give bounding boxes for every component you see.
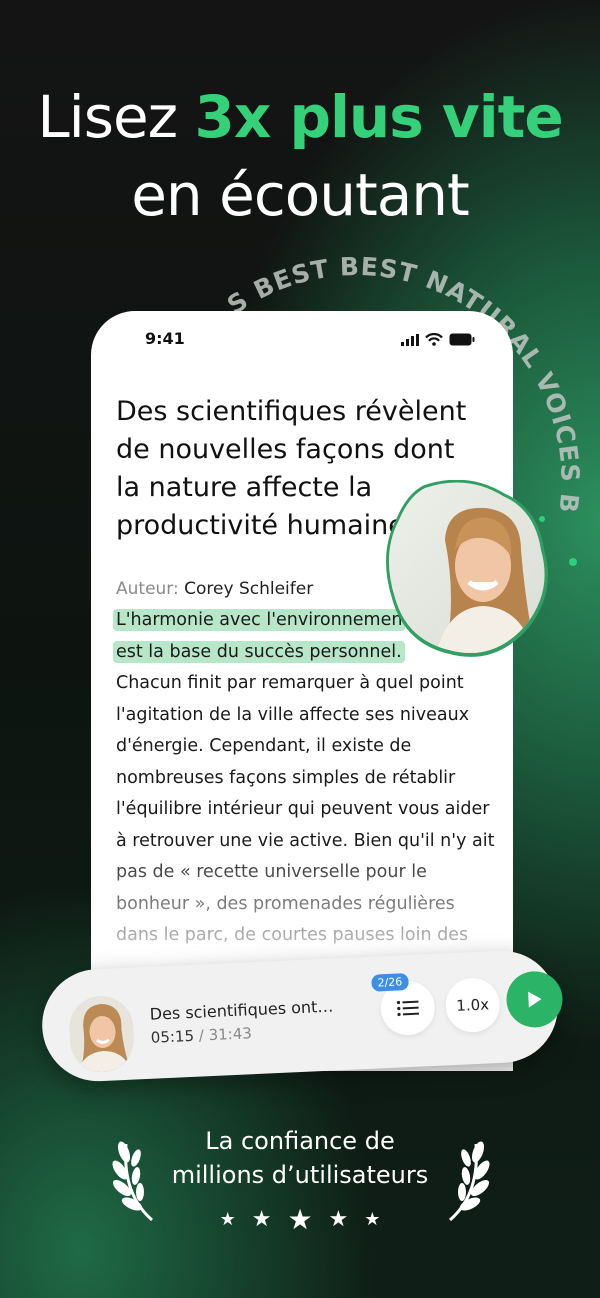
trust-block: La confiance de millions d’utilisateurs <box>0 1124 600 1192</box>
wifi-icon <box>425 333 443 346</box>
play-button[interactable] <box>505 970 564 1029</box>
status-bar: 9:41 <box>91 329 513 353</box>
article-paragraph: Chacun finit par remarquer à quel point … <box>116 673 495 945</box>
rating-stars: ★ ★ ★ ★ ★ <box>0 1206 600 1234</box>
play-icon <box>528 991 542 1008</box>
player-track-title: Des scientifiques ont… <box>149 996 334 1024</box>
author-name: Corey Schleifer <box>184 579 314 599</box>
highlighted-sentence-line1[interactable]: L'harmonie avec l'environnemen <box>113 609 406 631</box>
headline-line2: en écoutant <box>131 161 469 229</box>
signal-icon <box>401 333 419 346</box>
trust-line1: La confiance de <box>205 1127 395 1155</box>
status-time: 9:41 <box>145 329 185 348</box>
headline-accent: 3x plus vite <box>194 83 564 151</box>
star-icon: ★ <box>328 1207 349 1232</box>
headline-line1: Lisez 3x plus vite <box>0 78 600 156</box>
author-line: Auteur: Corey Schleifer <box>116 579 313 599</box>
narrator-avatar <box>386 480 548 657</box>
player-avatar <box>67 994 136 1074</box>
star-icon: ★ <box>364 1209 381 1230</box>
headline-prefix: Lisez <box>37 83 195 151</box>
player-current-time: 05:15 <box>150 1026 195 1047</box>
status-icons <box>401 333 475 346</box>
player-total-time: / 31:43 <box>193 1024 253 1045</box>
trust-line2: millions d’utilisateurs <box>171 1161 429 1189</box>
author-label: Auteur: <box>116 579 179 599</box>
highlighted-sentence-line2[interactable]: est la base du succès personnel. <box>113 640 405 663</box>
playlist-count-badge: 2/26 <box>371 973 409 992</box>
star-icon: ★ <box>251 1207 272 1232</box>
player-time: 05:15 / 31:43 <box>150 1024 252 1047</box>
narrator-thumbnail <box>67 994 136 1074</box>
star-icon: ★ <box>287 1203 313 1236</box>
speed-button[interactable]: 1.0x <box>444 976 501 1034</box>
star-icon: ★ <box>219 1209 236 1230</box>
headline: Lisez 3x plus vite en écoutant <box>0 78 600 234</box>
battery-icon <box>449 333 475 346</box>
list-icon <box>396 1000 420 1017</box>
audio-player[interactable]: Des scientifiques ont… 05:15 / 31:43 2/2… <box>39 948 564 1084</box>
